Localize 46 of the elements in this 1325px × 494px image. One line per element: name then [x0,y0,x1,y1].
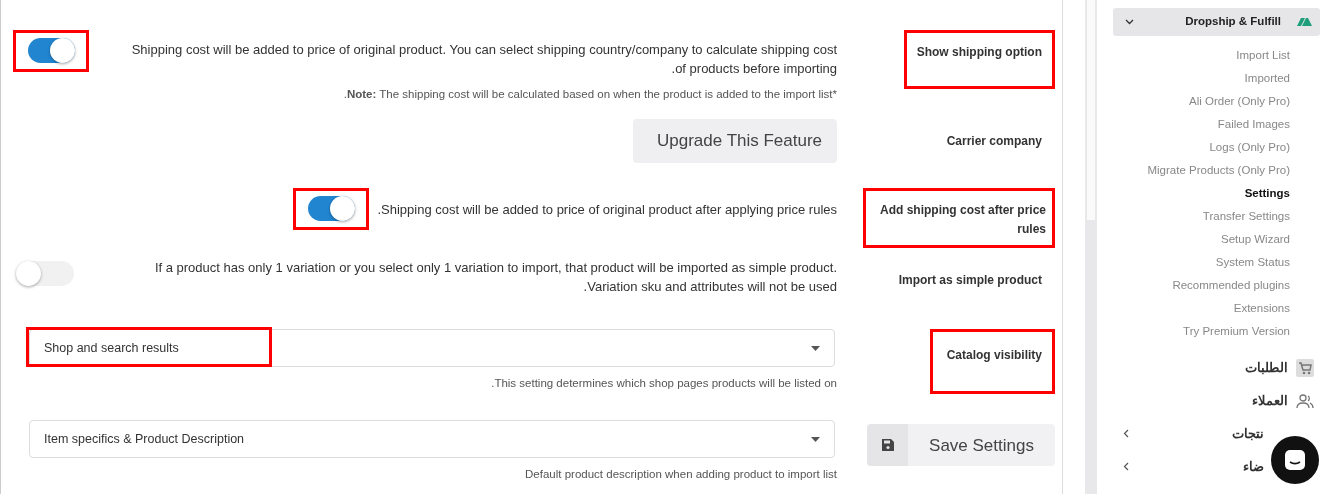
submenu-item[interactable]: System Status [1113,251,1320,274]
help-text: This setting determines which shop pages products will be listed on. [490,376,837,392]
submenu-item[interactable]: Failed Images [1113,113,1320,136]
note-text: .Note: The shipping cost will be calculated based on when the product is added to the import list* [342,87,837,102]
toggle-switch[interactable] [293,188,370,231]
submenu-item[interactable]: Logs (Only Pro) [1113,136,1320,159]
logo-icon [1297,18,1312,26]
submenu-item[interactable]: Imported [1113,67,1320,90]
submenu-item[interactable]: Settings [1113,182,1320,205]
setting-label: Show shipping option [903,30,1055,89]
submenu-item[interactable]: Ali Order (Only Pro) [1113,90,1320,113]
help-text: Default product description when adding product to import list [524,467,837,483]
submenu-item[interactable]: Transfer Settings [1113,205,1320,228]
select-value: Shop and search results [44,339,179,357]
save-icon [880,438,895,453]
menu-item[interactable]: العملاء [1252,390,1296,411]
description: Shipping cost will be added to price of original product after applying price rules. [377,200,837,219]
submenu-item[interactable]: Try Premium Version [1113,320,1320,343]
chevron-icon [1125,19,1134,25]
toggle-switch[interactable] [13,30,89,72]
setting-label: Import as simple product [897,272,1043,290]
submenu-item[interactable]: Migrate Products (Only Pro) [1113,159,1320,182]
submenu-item[interactable]: Import List [1113,44,1320,67]
save-button[interactable]: Save Settings [867,424,1055,467]
menu-item[interactable]: الطلبات [1245,357,1296,378]
submenu-item[interactable]: Setup Wizard [1113,228,1320,251]
menu-header[interactable]: Dropship & Fulfill [1113,8,1320,36]
description: Shipping cost will be added to price of original product. You can select shipping country/company to calculate shipping cost of products before importing. [130,41,837,78]
cart-icon [1296,358,1314,377]
setting-label: Add shipping cost after price rules [863,188,1055,249]
select-field[interactable]: Shop and search results [29,329,835,368]
description: If a product has only 1 variation or you select only 1 variation to import, that product will be imported as simple product. Variation sku and attributes will not be used. [153,259,837,297]
chat-button[interactable] [1271,436,1319,484]
upgrade-button[interactable]: Upgrade This Feature [633,119,837,163]
caret-icon [811,345,820,351]
menu-item[interactable]: نتجات [1232,423,1272,444]
people-icon [1296,391,1314,410]
submenu-item[interactable]: Extensions [1113,297,1320,320]
chat-icon [1284,449,1306,471]
select-value: Item specifics & Product Description [44,430,245,448]
setting-label: Catalog visibility [929,329,1055,395]
submenu-item[interactable]: Recommended plugins [1113,274,1320,297]
select-field[interactable]: Item specifics & Product Description [29,420,835,459]
caret-icon [811,436,820,442]
menu-item[interactable]: ضاء [1243,456,1272,477]
setting-label: Carrier company [945,133,1043,151]
